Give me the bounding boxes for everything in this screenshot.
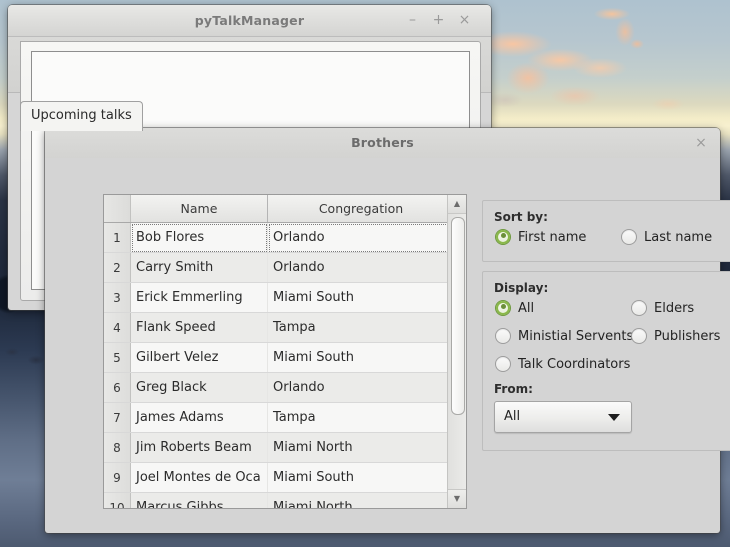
scroll-down-arrow-icon[interactable]: ▼ (448, 489, 466, 508)
brothers-dialog: Brothers × Name Congregation 1 Bob Flores… (45, 128, 730, 533)
row-index: 7 (104, 402, 131, 433)
radio-elders-indicator (631, 300, 647, 316)
table-row[interactable]: 8 Jim Roberts Beam Miami North (104, 432, 455, 463)
row-name: Carry Smith (130, 252, 268, 283)
radio-talk-coordinators-label: Talk Coordinators (518, 356, 631, 372)
display-group: Display: All Elders Ministial Servents P… (482, 271, 730, 451)
from-label: From: (494, 382, 533, 396)
row-name: Marcus Gibbs (130, 492, 268, 508)
column-header-index[interactable] (104, 195, 131, 223)
column-header-name[interactable]: Name (130, 195, 268, 223)
close-button[interactable]: × (456, 12, 473, 29)
dialog-title: Brothers (351, 135, 414, 150)
radio-ministerial-servants[interactable]: Ministial Servents (495, 328, 633, 344)
tab-upcoming-talks[interactable]: Upcoming talks (20, 101, 143, 131)
row-name: Erick Emmerling (130, 282, 268, 313)
row-index: 3 (104, 282, 131, 313)
row-congregation: Orlando (267, 222, 455, 253)
dialog-body: Name Congregation 1 Bob Flores Orlando 2 Car… (45, 158, 730, 533)
row-name: Joel Montes de Oca (130, 462, 268, 493)
table-row[interactable]: 7 James Adams Tampa (104, 402, 455, 433)
row-name: Greg Black (130, 372, 268, 403)
radio-publishers-indicator (631, 328, 647, 344)
main-window-titlebar[interactable]: pyTalkManager – + × (8, 5, 491, 37)
row-index: 1 (104, 222, 131, 253)
row-index: 10 (104, 492, 131, 508)
row-congregation: Orlando (267, 372, 455, 403)
dialog-titlebar[interactable]: Brothers × (45, 128, 720, 158)
from-dropdown[interactable]: All (494, 401, 632, 433)
row-name: James Adams (130, 402, 268, 433)
row-name: Jim Roberts Beam (130, 432, 268, 463)
table-body: 1 Bob Flores Orlando 2 Carry Smith Orlando 3 Er… (104, 222, 455, 508)
row-congregation: Tampa (267, 312, 455, 343)
row-name: Gilbert Velez (130, 342, 268, 373)
radio-ministerial-servants-indicator (495, 328, 511, 344)
sort-by-label: Sort by: (494, 210, 548, 224)
row-congregation: Orlando (267, 252, 455, 283)
radio-first-name-label: First name (518, 229, 587, 245)
table-scrollbar[interactable]: ▲ ▼ (447, 195, 466, 508)
radio-talk-coordinators-indicator (495, 356, 511, 372)
radio-last-name[interactable]: Last name (621, 229, 712, 245)
radio-first-name[interactable]: First name (495, 229, 586, 245)
row-congregation: Miami South (267, 462, 455, 493)
chevron-down-icon (608, 414, 620, 421)
maximize-button[interactable]: + (430, 12, 447, 29)
table-row[interactable]: 1 Bob Flores Orlando (104, 222, 455, 253)
row-name: Flank Speed (130, 312, 268, 343)
radio-all-label: All (518, 300, 535, 316)
table-row[interactable]: 3 Erick Emmerling Miami South (104, 282, 455, 313)
radio-publishers[interactable]: Publishers (631, 328, 720, 344)
row-index: 8 (104, 432, 131, 463)
radio-first-name-indicator (495, 229, 511, 245)
row-congregation: Miami North (267, 432, 455, 463)
screen: pyTalkManager – + × DB (0, 0, 730, 547)
table-header-row: Name Congregation (104, 195, 455, 223)
row-congregation: Miami North (267, 492, 455, 508)
column-header-congregation[interactable]: Congregation (267, 195, 455, 223)
sort-by-group: Sort by: First name Last name (482, 200, 730, 262)
radio-all-indicator (495, 300, 511, 316)
radio-last-name-indicator (621, 229, 637, 245)
dialog-close-icon[interactable]: × (692, 134, 710, 152)
row-index: 9 (104, 462, 131, 493)
radio-elders[interactable]: Elders (631, 300, 694, 316)
radio-last-name-label: Last name (644, 229, 713, 245)
radio-all[interactable]: All (495, 300, 534, 316)
row-index: 4 (104, 312, 131, 343)
row-index: 6 (104, 372, 131, 403)
row-name: Bob Flores (130, 222, 268, 253)
table-row[interactable]: 10 Marcus Gibbs Miami North (104, 492, 455, 508)
radio-publishers-label: Publishers (654, 328, 721, 344)
radio-talk-coordinators[interactable]: Talk Coordinators (495, 356, 630, 372)
row-congregation: Miami South (267, 282, 455, 313)
row-congregation: Tampa (267, 402, 455, 433)
scrollbar-thumb[interactable] (451, 217, 465, 415)
minimize-button[interactable]: – (404, 12, 421, 29)
row-index: 5 (104, 342, 131, 373)
brothers-table-grid: Name Congregation 1 Bob Flores Orlando 2 Car… (104, 195, 455, 508)
row-congregation: Miami South (267, 342, 455, 373)
table-row[interactable]: 6 Greg Black Orlando (104, 372, 455, 403)
brothers-table[interactable]: Name Congregation 1 Bob Flores Orlando 2 Car… (103, 194, 467, 509)
scroll-up-arrow-icon[interactable]: ▲ (448, 195, 466, 214)
table-row[interactable]: 4 Flank Speed Tampa (104, 312, 455, 343)
display-label: Display: (494, 281, 549, 295)
row-index: 2 (104, 252, 131, 283)
from-dropdown-value: All (504, 409, 521, 424)
radio-ministerial-servants-label: Ministial Servents (518, 328, 634, 344)
table-row[interactable]: 2 Carry Smith Orlando (104, 252, 455, 283)
table-row[interactable]: 9 Joel Montes de Oca Miami South (104, 462, 455, 493)
table-row[interactable]: 5 Gilbert Velez Miami South (104, 342, 455, 373)
radio-elders-label: Elders (654, 300, 695, 316)
